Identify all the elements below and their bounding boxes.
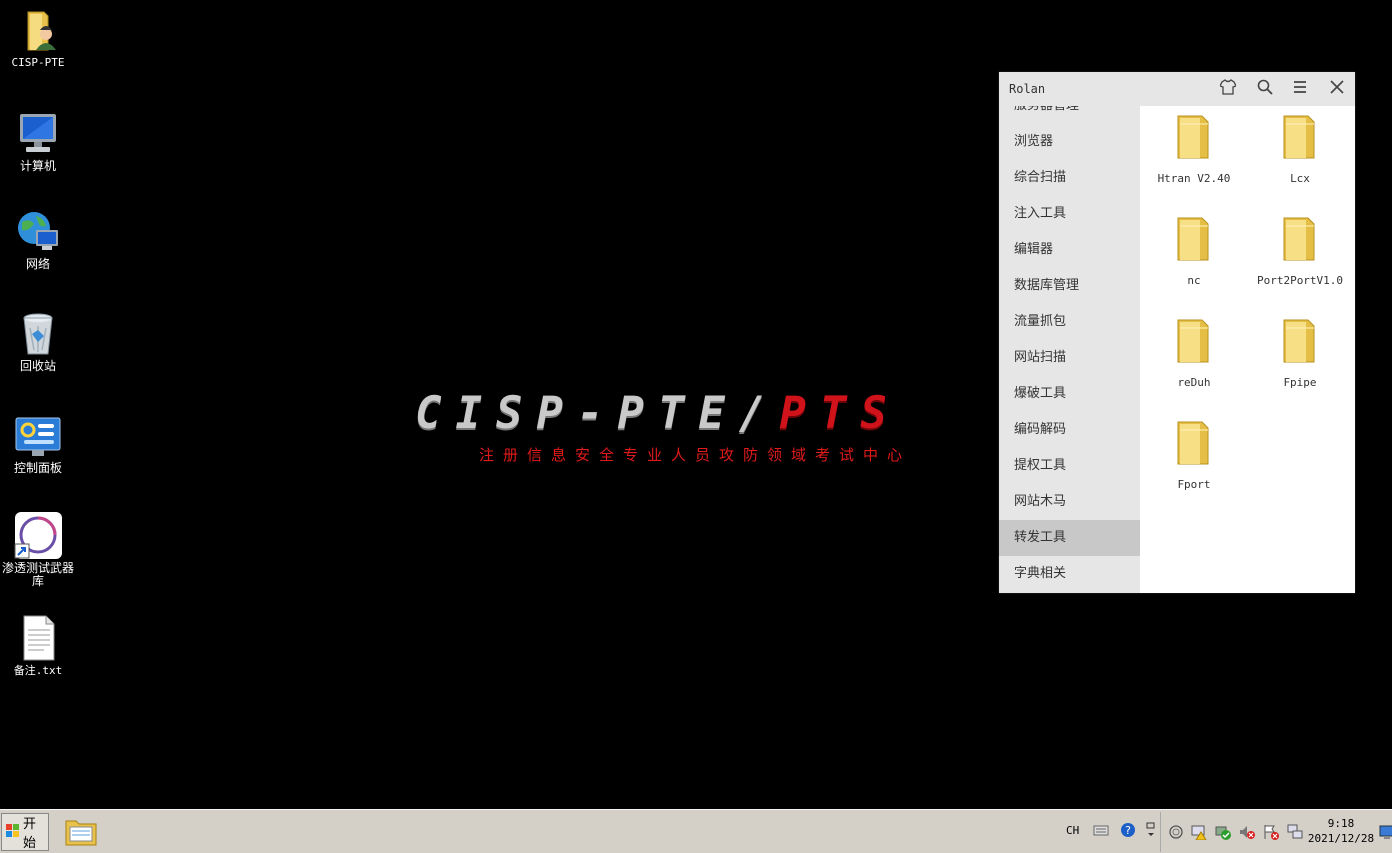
- network-status-icon[interactable]: [1287, 824, 1303, 840]
- menu-button[interactable]: [1288, 78, 1312, 100]
- skin-button[interactable]: [1216, 78, 1240, 100]
- taskbar-explorer-button[interactable]: [64, 815, 100, 849]
- sidebar-item-encode-decode[interactable]: 编码解码: [999, 412, 1140, 448]
- search-button[interactable]: [1253, 78, 1277, 100]
- sidebar-item-packet-capture[interactable]: 流量抓包: [999, 304, 1140, 340]
- sidebar-item-comprehensive-scan[interactable]: 综合扫描: [999, 160, 1140, 196]
- launcher-item-reduh[interactable]: reDuh: [1141, 310, 1247, 406]
- folder-icon: [1174, 114, 1214, 160]
- taskbar: 开始 CH ? 9:18 2021/12/28: [0, 809, 1392, 853]
- sidebar-item-editor[interactable]: 编辑器: [999, 232, 1140, 268]
- action-center-flag-icon[interactable]: [1263, 824, 1279, 840]
- desktop-icon-cisp-pte[interactable]: CISP-PTE: [0, 6, 76, 69]
- desktop-icon-label: CISP-PTE: [11, 56, 65, 69]
- folder-icon: [1174, 318, 1214, 364]
- close-icon: [1329, 79, 1345, 100]
- sidebar-item-forwarding-tools[interactable]: 转发工具: [999, 520, 1140, 556]
- computer-icon: [14, 110, 62, 158]
- rolan-sidebar: 服务器管理 浏览器 综合扫描 注入工具 编辑器 数据库管理 流量抓包 网站扫描 …: [999, 106, 1140, 593]
- launcher-item-nc[interactable]: nc: [1141, 208, 1247, 304]
- close-button[interactable]: [1325, 78, 1349, 100]
- circle-status-icon[interactable]: [1168, 824, 1184, 840]
- banner-title-silver: CISP-PTE/: [415, 388, 780, 439]
- launcher-item-lcx[interactable]: Lcx: [1247, 106, 1353, 202]
- language-bar-options-icon[interactable]: [1145, 822, 1161, 838]
- desktop-icon-label: 计算机: [19, 159, 56, 173]
- desktop-icon-label: 渗透测试武器库: [1, 561, 74, 588]
- folder-icon: [1174, 216, 1214, 262]
- help-icon[interactable]: ?: [1120, 822, 1136, 838]
- desktop-icon-notes[interactable]: 备注.txt: [0, 614, 76, 677]
- file-explorer-icon: [64, 820, 98, 851]
- clock-date: 2021/12/28: [1307, 832, 1375, 845]
- folder-icon: [1280, 216, 1320, 262]
- arsenal-shortcut-icon: [14, 512, 62, 560]
- desktop-icon-arsenal[interactable]: 渗透测试武器库: [0, 512, 76, 588]
- desktop-icon-label: 备注.txt: [13, 664, 63, 677]
- cisp-banner: CISP-PTE/PTS 注册信息安全专业人员攻防领域考试中心: [415, 388, 975, 468]
- launcher-item-fpipe[interactable]: Fpipe: [1247, 310, 1353, 406]
- hamburger-icon: [1292, 79, 1308, 100]
- sidebar-item-server-admin[interactable]: 服务器管理: [999, 106, 1140, 124]
- sidebar-item-dictionary[interactable]: 字典相关: [999, 556, 1140, 592]
- desktop-icon-network[interactable]: 网络: [0, 208, 76, 271]
- launcher-item-fport[interactable]: Fport: [1141, 412, 1247, 508]
- launcher-item-label: Port2PortV1.0: [1256, 274, 1344, 287]
- shirt-icon: [1219, 78, 1237, 100]
- launcher-item-label: Htran V2.40: [1157, 172, 1231, 185]
- start-label: 开始: [23, 816, 37, 850]
- volume-muted-icon[interactable]: [1239, 824, 1255, 840]
- start-button[interactable]: 开始: [1, 813, 49, 851]
- folder-icon: [1280, 114, 1320, 160]
- text-file-icon: [14, 614, 62, 662]
- banner-title-red: PTS: [779, 388, 901, 439]
- launcher-item-port2port[interactable]: Port2PortV1.0: [1247, 208, 1353, 304]
- rolan-window: Rolan 服务器管理 浏览器 综合扫描 注入工具 编辑器 数据库管理: [999, 72, 1355, 593]
- control-panel-icon: [14, 412, 62, 460]
- launcher-item-label: nc: [1187, 274, 1201, 287]
- desktop-icon-control-panel[interactable]: 控制面板: [0, 412, 76, 475]
- folder-icon: [1280, 318, 1320, 364]
- launcher-item-label: Fpipe: [1283, 376, 1317, 389]
- rolan-content: Htran V2.40 Lcx nc Port2PortV1.0 reDuh F…: [1141, 106, 1355, 593]
- banner-title: CISP-PTE/PTS: [415, 388, 975, 439]
- keyboard-icon[interactable]: [1093, 822, 1109, 838]
- sidebar-item-privilege-escalation[interactable]: 提权工具: [999, 448, 1140, 484]
- sidebar-item-injection-tools[interactable]: 注入工具: [999, 196, 1140, 232]
- svg-text:?: ?: [1125, 824, 1131, 837]
- warning-monitor-icon[interactable]: [1191, 824, 1207, 841]
- sidebar-item-website-scan[interactable]: 网站扫描: [999, 340, 1140, 376]
- desktop-icon-label: 网络: [25, 257, 50, 271]
- search-icon: [1257, 79, 1273, 100]
- desktop-icon-label: 回收站: [19, 359, 56, 373]
- sidebar-item-brute-force[interactable]: 爆破工具: [999, 376, 1140, 412]
- rolan-title: Rolan: [1009, 82, 1046, 96]
- sidebar-item-browser[interactable]: 浏览器: [999, 124, 1140, 160]
- launcher-item-label: Fport: [1177, 478, 1211, 491]
- sidebar-item-database-admin[interactable]: 数据库管理: [999, 268, 1140, 304]
- windows-logo-icon: [6, 823, 20, 841]
- launcher-item-label: reDuh: [1177, 376, 1211, 389]
- show-desktop-icon[interactable]: [1379, 824, 1392, 840]
- desktop-icon-recycle-bin[interactable]: 回收站: [0, 310, 76, 373]
- user-folder-icon: [14, 6, 62, 54]
- security-check-icon[interactable]: [1215, 824, 1231, 840]
- desktop-icon-label: 控制面板: [13, 461, 62, 475]
- input-language-indicator[interactable]: CH: [1066, 824, 1079, 837]
- sidebar-item-webshell[interactable]: 网站木马: [999, 484, 1140, 520]
- launcher-item-label: Lcx: [1290, 172, 1310, 185]
- network-icon: [14, 208, 62, 256]
- launcher-item-htran[interactable]: Htran V2.40: [1141, 106, 1247, 202]
- recycle-bin-icon: [14, 310, 62, 358]
- rolan-titlebar[interactable]: Rolan: [999, 72, 1355, 106]
- taskbar-clock[interactable]: 9:18 2021/12/28: [1306, 816, 1376, 846]
- folder-icon: [1174, 420, 1214, 466]
- clock-time: 9:18: [1327, 817, 1355, 830]
- banner-subtitle: 注册信息安全专业人员攻防领域考试中心: [478, 446, 911, 464]
- desktop-icon-computer[interactable]: 计算机: [0, 110, 76, 173]
